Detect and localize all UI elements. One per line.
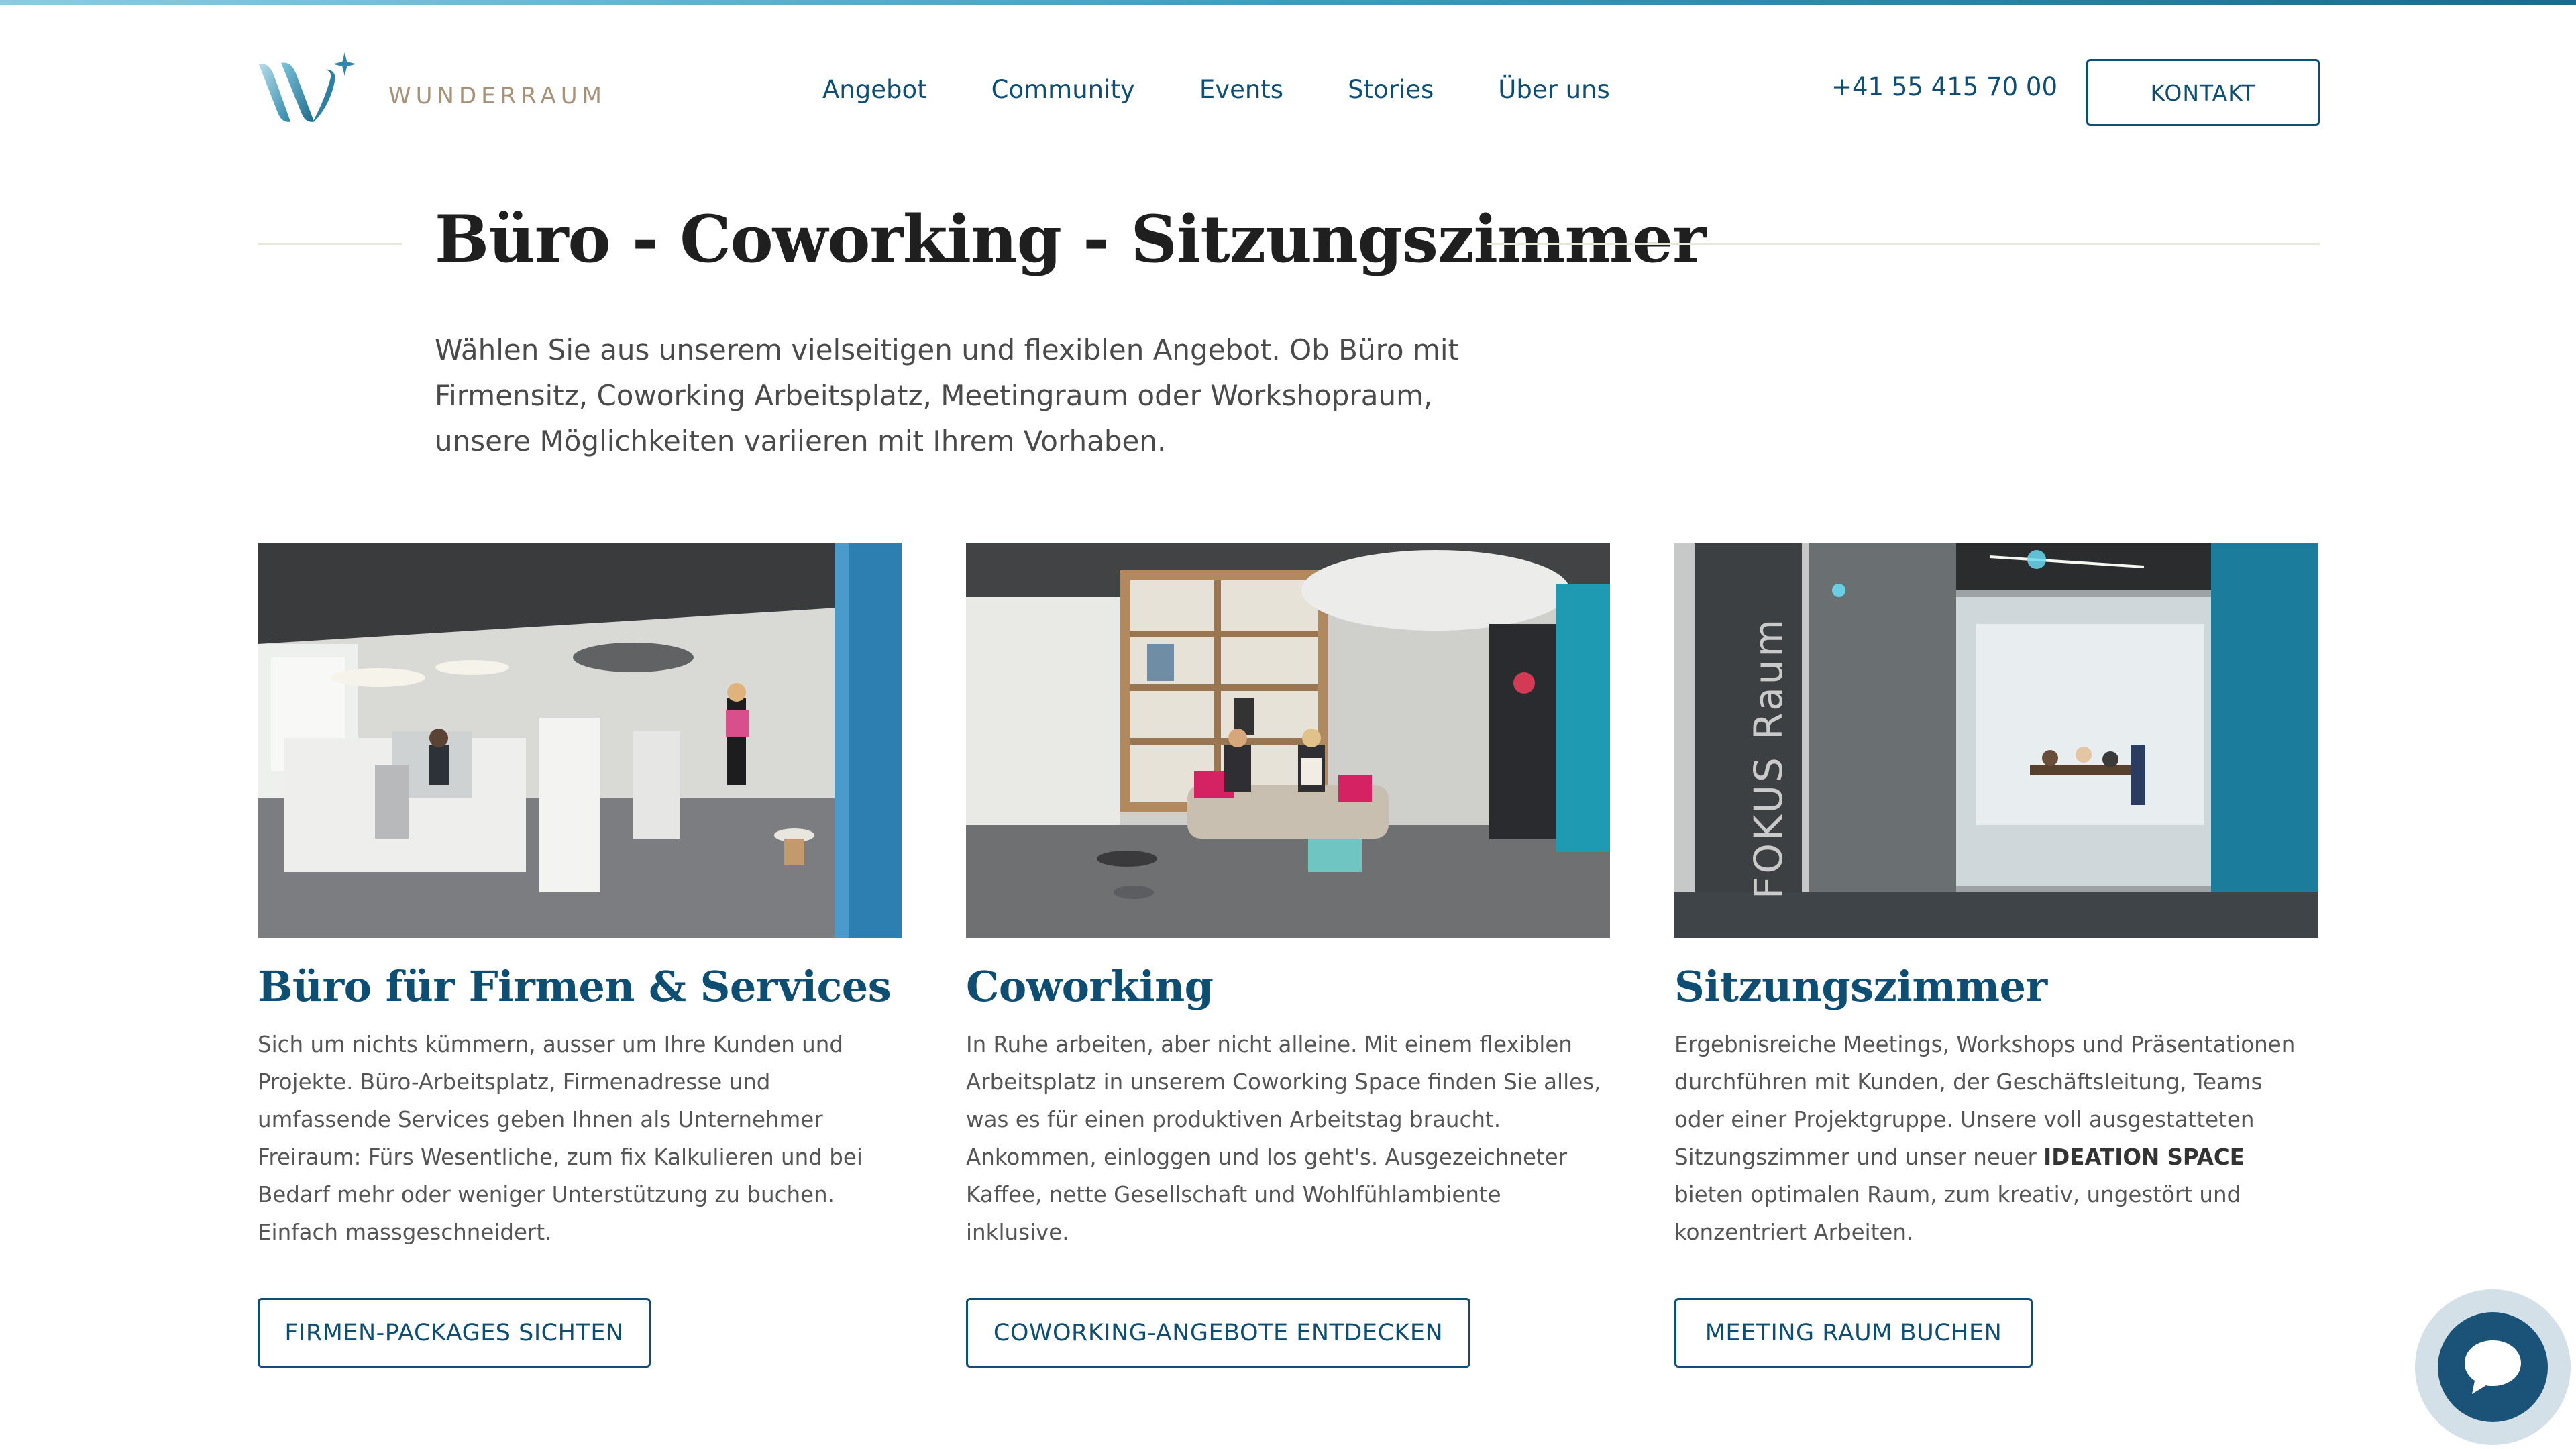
card-office-title: Büro für Firmen & Services [258,962,892,1011]
meeting-raum-buchen-button[interactable]: MEETING RAUM BUCHEN [1674,1298,2033,1368]
chat-bubble-icon [2465,1340,2521,1394]
meeting-room-photo: FOKUS Raum [1674,543,2318,938]
fokus-raum-sign: FOKUS Raum [1746,616,1791,899]
top-accent-strip [0,0,2576,5]
title-rule-right [1487,243,2320,245]
logo[interactable]: WUNDERRAUM [258,47,606,134]
card-coworking: Coworking In Ruhe arbeiten, aber nicht a… [966,543,1610,1368]
office-photo [258,543,902,938]
card-meeting-room-text: Ergebnisreiche Meetings, Workshops und P… [1674,1026,2318,1251]
office-photo-illustration [258,543,902,938]
coworking-photo [966,543,1610,938]
nav-item-stories[interactable]: Stories [1348,75,1434,104]
intro-text: Wählen Sie aus unserem vielseitigen und … [435,333,1460,458]
nav-item-angebot[interactable]: Angebot [822,75,927,104]
contact-button[interactable]: KONTAKT [2086,59,2320,126]
card-office-text: Sich um nichts kümmern, ausser um Ihre K… [258,1032,863,1245]
chat-widget-inner [2438,1312,2548,1422]
card-coworking-text: In Ruhe arbeiten, aber nicht alleine. Mi… [966,1032,1601,1245]
nav-item-events[interactable]: Events [1199,75,1283,104]
chat-widget-button[interactable] [2415,1289,2571,1445]
page-title: Büro - Coworking - Sitzungszimmer [435,201,1707,277]
card-office: Büro für Firmen & Services Sich um nicht… [258,543,902,1368]
coworking-photo-illustration [966,543,1610,938]
wunderraum-logo-icon [258,52,357,122]
meeting-text-part-2: bieten optimalen Raum, zum kreativ, unge… [1674,1182,2241,1245]
meeting-room-photo-illustration: FOKUS Raum [1674,543,2318,938]
phone-link[interactable]: +41 55 415 70 00 [1831,72,2057,101]
card-meeting-room-title: Sitzungszimmer [1674,962,2047,1011]
firmen-packages-button[interactable]: FIRMEN-PACKAGES SICHTEN [258,1298,651,1368]
coworking-angebote-button[interactable]: COWORKING-ANGEBOTE ENTDECKEN [966,1298,1470,1368]
card-coworking-title: Coworking [966,962,1214,1011]
nav-item-ueber-uns[interactable]: Über uns [1498,75,1609,104]
main-navigation: Angebot Community Events Stories Über un… [822,75,1610,104]
title-rule-left [258,243,402,245]
nav-item-community[interactable]: Community [991,75,1135,104]
logo-wordmark: WUNDERRAUM [388,83,606,109]
card-meeting-room: FOKUS Raum Sitzungszimmer Ergebnisreiche… [1674,543,2318,1368]
ideation-space-highlight: IDEATION SPACE [2043,1144,2245,1170]
